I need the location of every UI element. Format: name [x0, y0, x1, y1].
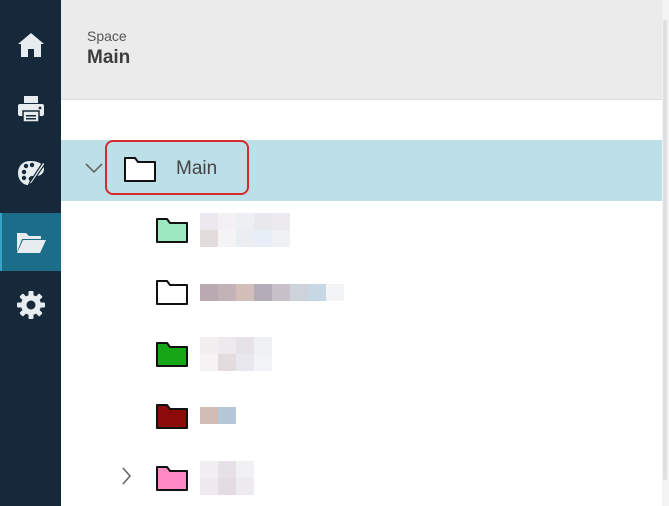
app-window: Space Main Main — [0, 0, 669, 506]
side-nav — [0, 0, 61, 506]
expand-toggle[interactable] — [116, 466, 136, 491]
folder-icon — [155, 278, 189, 306]
folder-icon — [155, 464, 189, 492]
chevron-down-icon — [84, 161, 104, 179]
chevron-right-icon — [120, 466, 132, 491]
folder-icon — [155, 402, 189, 430]
redacted-name — [200, 284, 344, 301]
redacted-name — [200, 461, 254, 495]
files-panel: Space Main Main — [61, 0, 662, 506]
gear-icon — [16, 290, 46, 320]
tree-row[interactable] — [61, 386, 662, 446]
nav-home[interactable] — [0, 16, 61, 74]
nav-print[interactable] — [0, 80, 61, 138]
tree-row[interactable] — [61, 262, 662, 322]
nav-themes[interactable] — [0, 144, 61, 202]
folder-icon — [123, 155, 157, 183]
folder-icon — [155, 216, 189, 244]
redacted-name — [200, 337, 272, 371]
page-title: Main — [87, 47, 131, 68]
redacted-name — [200, 213, 290, 247]
tree-row-root[interactable]: Main — [61, 140, 662, 201]
folder-open-icon — [15, 227, 47, 257]
nav-files[interactable] — [0, 213, 61, 271]
scrollbar-thumb[interactable] — [663, 20, 667, 480]
collapse-toggle[interactable] — [84, 160, 104, 180]
redacted-name — [200, 407, 236, 424]
tree-root-label: Main — [176, 158, 218, 179]
home-icon — [16, 30, 46, 60]
printer-icon — [16, 94, 46, 124]
palette-icon — [16, 158, 46, 188]
tree-row[interactable] — [61, 448, 662, 506]
tree-row[interactable] — [61, 200, 662, 260]
tree-row[interactable] — [61, 324, 662, 384]
space-header: Space Main — [61, 0, 662, 100]
header-caption: Space — [87, 28, 127, 44]
folder-icon — [155, 340, 189, 368]
nav-settings[interactable] — [0, 276, 61, 334]
